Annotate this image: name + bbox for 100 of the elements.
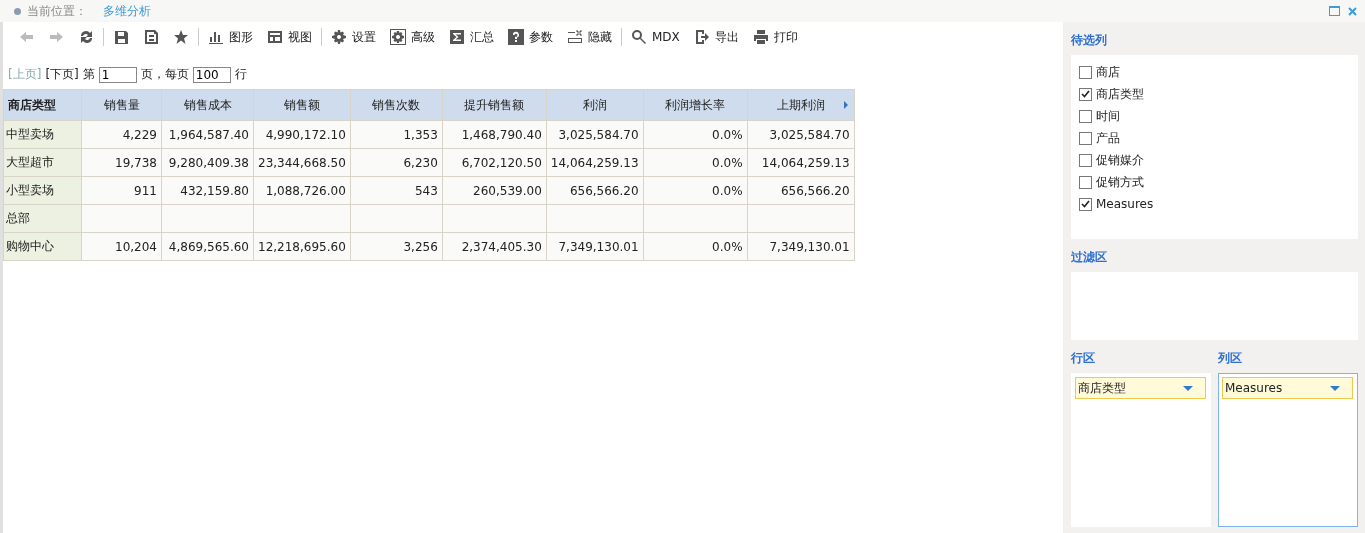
row-header: 小型卖场: [3, 176, 82, 205]
save-icon: [113, 29, 129, 45]
printer-icon: [752, 29, 769, 45]
table-cell: 4,990,172.10: [253, 120, 351, 149]
field-label: 促销方式: [1096, 173, 1144, 191]
toolbar-button[interactable]: 打印: [745, 25, 805, 49]
section-title: 过滤区: [1071, 249, 1108, 266]
field-label: 促销媒介: [1096, 151, 1144, 169]
table-cell: 14,064,259.13: [747, 148, 855, 177]
left-arrow-icon: [18, 29, 34, 45]
row-header: 大型超市: [3, 148, 82, 177]
table-cell: 19,738: [81, 148, 162, 177]
bar-chart-icon: [208, 29, 224, 45]
checkbox[interactable]: [1079, 175, 1092, 189]
checkbox[interactable]: [1079, 109, 1092, 123]
hide-icon: [567, 29, 583, 45]
settings-icon: [331, 29, 347, 45]
field-label: 商店: [1096, 63, 1120, 81]
section-title: 行区: [1071, 350, 1096, 367]
column-header[interactable]: 销售次数: [350, 89, 443, 121]
toolbar-button[interactable]: 汇总: [442, 25, 501, 49]
checkbox[interactable]: [1079, 87, 1092, 101]
toolbar-button[interactable]: MDX: [624, 25, 687, 49]
bullet-icon: [14, 7, 21, 15]
table-cell: 2,374,405.30: [442, 232, 547, 261]
table-cell: 911: [81, 176, 162, 205]
row-header: 购物中心: [3, 232, 82, 261]
layout-icon: [267, 29, 283, 45]
table-cell: 656,566.20: [546, 176, 644, 205]
checkbox[interactable]: [1079, 131, 1092, 145]
column-header[interactable]: 销售额: [253, 89, 351, 121]
toolbar-button[interactable]: 高级: [383, 25, 442, 49]
table-cell: 0.0%: [643, 232, 748, 261]
table-cell: 3,025,584.70: [747, 120, 855, 149]
table-cell: 260,539.00: [442, 176, 547, 205]
page-input[interactable]: 1: [98, 66, 137, 83]
next-page-link[interactable]: [下页]: [45, 66, 79, 83]
column-header[interactable]: 利润增长率: [643, 89, 748, 121]
table-cell: 1,964,587.40: [161, 120, 254, 149]
table-cell: 4,869,565.60: [161, 232, 254, 261]
checkbox[interactable]: [1079, 153, 1092, 167]
breadcrumb-label: 当前位置：: [27, 2, 87, 20]
table-cell: 1,353: [350, 120, 443, 149]
table-cell: 0.0%: [643, 148, 748, 177]
refresh-icon: [78, 29, 94, 45]
table-cell: 10,204: [81, 232, 162, 261]
table-cell: 3,256: [350, 232, 443, 261]
table-cell: 14,064,259.13: [546, 148, 644, 177]
table-cell: 7,349,130.01: [747, 232, 855, 261]
field-label: 产品: [1096, 129, 1120, 147]
table-cell: 0.0%: [643, 176, 748, 205]
row-header: 中型卖场: [3, 120, 82, 149]
toolbar-button[interactable]: 视图: [260, 25, 319, 49]
per-page-input[interactable]: 100: [192, 66, 231, 83]
table-cell: 3,025,584.70: [546, 120, 644, 149]
rows-label: 行: [234, 66, 247, 83]
row-header: 总部: [3, 204, 82, 233]
toolbar-button[interactable]: 隐藏: [560, 25, 619, 49]
toolbar-button[interactable]: 导出: [686, 25, 746, 49]
right-arrow-icon: [48, 29, 64, 45]
column-header[interactable]: 上期利润: [747, 89, 855, 121]
field-label: 时间: [1096, 107, 1120, 125]
star-icon: [173, 29, 189, 45]
table-cell: 4,229: [81, 120, 162, 149]
field-label: 商店类型: [1096, 85, 1144, 103]
table-cell: 0.0%: [643, 120, 748, 149]
section-title: 待选列: [1071, 32, 1108, 49]
maximize-icon[interactable]: [1329, 6, 1340, 16]
sigma-icon: [449, 29, 465, 45]
table-cell: 6,702,120.50: [442, 148, 547, 177]
checkbox[interactable]: [1079, 65, 1092, 79]
checkbox[interactable]: [1079, 197, 1092, 211]
table-cell: 432,159.80: [161, 176, 254, 205]
toolbar-button[interactable]: 图形: [201, 25, 260, 49]
column-header[interactable]: 销售成本: [161, 89, 254, 121]
table-cell: 7,349,130.01: [546, 232, 644, 261]
field-chip[interactable]: 商店类型: [1075, 377, 1206, 399]
column-header[interactable]: 提升销售额: [442, 89, 547, 121]
table-cell: 9,280,409.38: [161, 148, 254, 177]
table-cell: 23,344,668.50: [253, 148, 351, 177]
table-cell: 1,468,790.40: [442, 120, 547, 149]
column-header[interactable]: 商店类型: [3, 89, 82, 121]
field-chip[interactable]: Measures: [1222, 377, 1353, 399]
table-cell: 543: [350, 176, 443, 205]
close-icon[interactable]: [1348, 6, 1357, 16]
table-cell: 6,230: [350, 148, 443, 177]
toolbar-button[interactable]: 参数: [501, 25, 560, 49]
question-icon: [508, 29, 524, 45]
section-title: 列区: [1218, 350, 1243, 367]
field-label: Measures: [1096, 197, 1154, 211]
table-cell: 656,566.20: [747, 176, 855, 205]
toolbar-button[interactable]: 设置: [324, 25, 383, 49]
search-icon: [631, 29, 647, 45]
table-cell: 12,218,695.60: [253, 232, 351, 261]
column-header[interactable]: 利润: [546, 89, 644, 121]
gear-icon: [390, 29, 406, 45]
column-header[interactable]: 销售量: [81, 89, 162, 121]
per-page-label: 页，每页: [140, 66, 189, 83]
page-label: 第: [82, 66, 95, 83]
export-icon: [693, 29, 710, 45]
